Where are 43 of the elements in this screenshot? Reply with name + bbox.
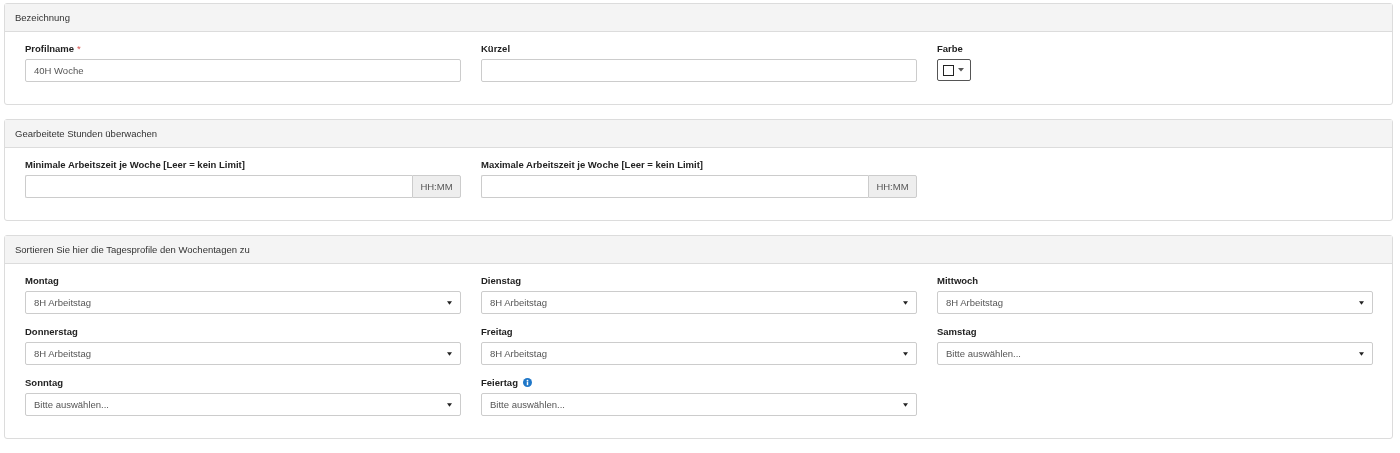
panel-title: Sortieren Sie hier die Tagesprofile den Wochentagen zu (15, 244, 250, 255)
select-field[interactable]: 8H Arbeitstag (937, 291, 1373, 314)
required-marker: * (77, 43, 81, 54)
field-label: Feiertag (481, 377, 518, 388)
field-label: Sonntag (25, 377, 63, 388)
time-field[interactable] (481, 175, 868, 198)
time-format-addon: HH:MM (412, 175, 461, 198)
field-label: Profilname (25, 43, 75, 54)
field-label: Farbe (937, 43, 963, 54)
field-label: Minimale Arbeitszeit je Woche [Leer = kein Limit] (25, 159, 245, 170)
field-label: Donnerstag (25, 326, 78, 337)
field-label: Montag (25, 275, 59, 286)
caret-icon (447, 402, 452, 407)
text-field[interactable] (481, 59, 917, 82)
time-format-addon: HH:MM (868, 175, 917, 198)
select-field[interactable]: 8H Arbeitstag (25, 291, 461, 314)
caret-icon (1359, 351, 1364, 356)
select-field[interactable]: 8H Arbeitstag (481, 342, 917, 365)
caret-icon (447, 300, 452, 305)
field-label: Kürzel (481, 43, 511, 54)
field-label: Samstag (937, 326, 977, 337)
field-label: Mittwoch (937, 275, 979, 286)
caret-icon (903, 300, 908, 305)
panel-title: Bezeichnung (15, 12, 70, 23)
select-field[interactable]: Bitte auswählen... (937, 342, 1373, 365)
caret-icon (903, 351, 908, 356)
field-label: Freitag (481, 326, 513, 337)
select-field[interactable]: Bitte auswählen... (481, 393, 917, 416)
caret-icon (1359, 300, 1364, 305)
info-icon[interactable] (522, 378, 532, 387)
panel-title: Gearbeitete Stunden überwachen (15, 128, 158, 139)
caret-icon (903, 402, 908, 407)
caret-icon (447, 351, 452, 356)
color-swatch-icon (943, 64, 954, 76)
color-picker-button[interactable] (937, 59, 971, 81)
select-field[interactable]: 8H Arbeitstag (25, 342, 461, 365)
field-label: Maximale Arbeitszeit je Woche [Leer = kein Limit] (481, 159, 703, 170)
text-field[interactable]: 40H Woche (25, 59, 461, 82)
time-field[interactable] (25, 175, 412, 198)
field-label: Dienstag (481, 275, 522, 286)
select-field[interactable]: Bitte auswählen... (25, 393, 461, 416)
caret-icon (958, 68, 964, 72)
select-field[interactable]: 8H Arbeitstag (481, 291, 917, 314)
